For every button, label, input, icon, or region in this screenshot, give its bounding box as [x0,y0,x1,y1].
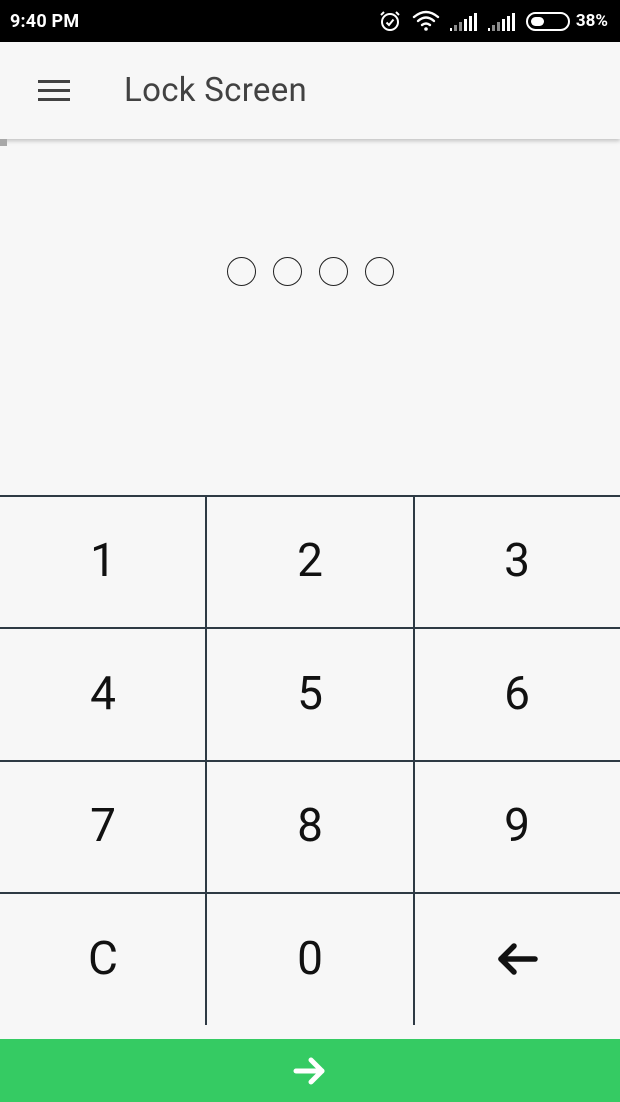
battery-icon [525,11,570,31]
wifi-icon [412,10,440,32]
submit-button[interactable] [0,1039,620,1102]
signal-icon [487,11,516,31]
hamburger-menu-icon [38,80,70,101]
key-label: C [88,931,118,986]
key-7[interactable]: 7 [0,760,206,892]
key-9[interactable]: 9 [414,760,620,892]
clear-button[interactable]: C [0,892,206,1025]
menu-button[interactable] [32,72,76,110]
key-5[interactable]: 5 [206,627,414,760]
key-label: 7 [90,799,116,853]
key-label: 5 [297,666,323,721]
key-3[interactable]: 3 [414,495,620,627]
status-time: 9:40 PM [10,10,80,32]
app-bar: Lock Screen [0,42,620,139]
pin-dot [226,257,256,286]
key-8[interactable]: 8 [206,760,414,892]
key-label: 6 [504,666,530,721]
battery-percent: 38% [575,11,608,31]
key-label: 9 [504,799,530,853]
backspace-button[interactable] [414,892,620,1025]
signal-icon [449,11,478,31]
battery-indicator: 38% [525,11,608,31]
key-label: 8 [297,799,323,853]
pin-indicator [0,257,620,287]
key-label: 0 [297,931,323,986]
key-0[interactable]: 0 [206,892,414,1025]
key-4[interactable]: 4 [0,627,206,760]
key-label: 2 [297,534,323,588]
keypad: 1 2 3 4 5 6 7 8 9 C 0 [0,495,620,1025]
key-6[interactable]: 6 [414,627,620,760]
status-icons: 38% [368,9,608,33]
key-1[interactable]: 1 [0,495,206,627]
pin-dot [318,257,348,286]
key-2[interactable]: 2 [206,495,414,627]
page-title: Lock Screen [124,71,308,110]
status-bar: 9:40 PM 38% [0,0,620,42]
arrow-left-icon [498,942,538,975]
arrow-right-icon [293,1057,325,1084]
key-label: 3 [504,534,530,588]
key-label: 1 [90,534,116,588]
pin-dot [272,257,302,286]
key-label: 4 [90,666,116,721]
pin-dot [364,257,394,286]
progress-indicator [0,139,7,146]
alarm-icon [378,9,402,33]
battery-fill [530,16,544,26]
